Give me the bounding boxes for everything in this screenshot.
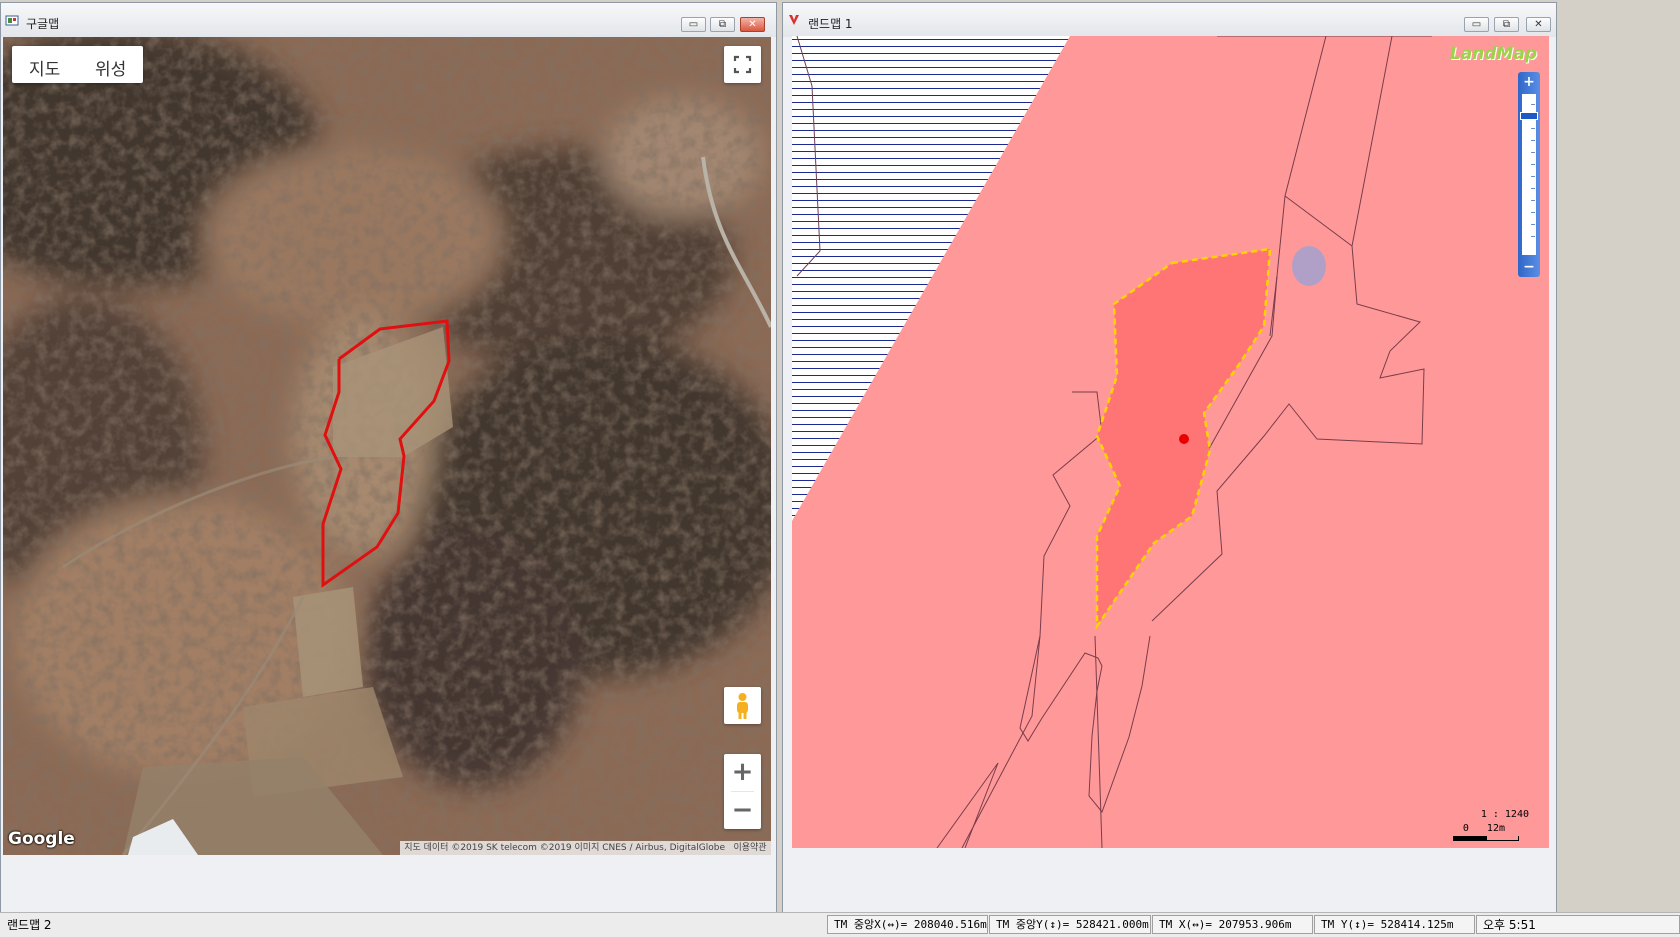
landmap-zoom-slider[interactable]: + −	[1518, 72, 1540, 277]
status-bar: 랜드맵 2 TM 중앙X(↔)= 208040.516m TM 중앙Y(↕)= …	[0, 912, 1680, 937]
landmap-zoom-in-button[interactable]: +	[1518, 72, 1540, 92]
satellite-map-viewport[interactable]: 지도 위성 + − Google 지도 데이터 ©2019 SK telecom…	[3, 37, 771, 855]
zoom-knob[interactable]	[1520, 112, 1538, 120]
zoom-in-button[interactable]: +	[724, 754, 761, 791]
satellite-imagery	[3, 37, 771, 855]
landmap-window: 랜드맵 1 ▭ ⧉ ✕ LandMap + − 1: 1240 0 12m	[782, 2, 1557, 937]
fullscreen-button[interactable]	[724, 46, 761, 83]
restore-button[interactable]: ⧉	[1494, 17, 1519, 32]
status-window-label: 랜드맵 2	[7, 918, 52, 932]
landmap-zoom-out-button[interactable]: −	[1518, 257, 1540, 277]
fullscreen-icon	[733, 55, 752, 74]
window-title: 랜드맵 1	[808, 17, 853, 31]
status-tm-center-y: TM 중앙Y(↕)= 528421.000m	[989, 915, 1151, 934]
map-type-satellite-option[interactable]: 위성	[95, 55, 126, 80]
status-tm-y: TM Y(↕)= 528414.125m	[1314, 915, 1475, 934]
map-type-map-option[interactable]: 지도	[29, 55, 60, 80]
pond	[1292, 246, 1326, 286]
map-attribution: 지도 데이터 ©2019 SK telecom ©2019 이미지 CNES /…	[400, 841, 729, 855]
zoom-control: + −	[724, 754, 761, 829]
minimize-button[interactable]: ▭	[1464, 17, 1489, 32]
google-map-window: 구글맵 ▭ ⧉ ✕ 지도 위성 + − Google 지도 데이터 ©2019 …	[0, 2, 777, 937]
app-icon	[5, 15, 19, 26]
close-button[interactable]: ✕	[740, 17, 765, 32]
google-logo: Google	[8, 829, 75, 849]
landmap-window-titlebar[interactable]: 랜드맵 1 ▭ ⧉ ✕	[783, 3, 1556, 37]
minimize-button[interactable]: ▭	[681, 17, 706, 32]
landmap-app-icon	[789, 15, 799, 25]
status-clock: 오후 5:51	[1476, 915, 1680, 934]
scale-bar-label: 0 12m	[1462, 823, 1505, 834]
status-tm-x: TM X(↔)= 207953.906m	[1152, 915, 1313, 934]
terms-link[interactable]: 이용약관	[729, 841, 771, 855]
google-window-titlebar[interactable]: 구글맵 ▭ ⧉ ✕	[1, 3, 776, 37]
scale-bar	[1453, 836, 1519, 841]
close-button[interactable]: ✕	[1526, 17, 1551, 32]
pegman-icon	[737, 693, 748, 719]
map-type-control: 지도 위성	[12, 46, 143, 83]
scale-ratio: 1 : 1240	[1480, 809, 1529, 820]
window-title: 구글맵	[26, 17, 60, 31]
cadastral-map	[792, 36, 1549, 848]
location-marker	[1179, 434, 1189, 444]
street-view-pegman[interactable]	[724, 687, 761, 724]
status-tm-center-x: TM 중앙X(↔)= 208040.516m	[827, 915, 988, 934]
landmap-logo: LandMap	[1449, 44, 1537, 64]
restore-button[interactable]: ⧉	[710, 17, 735, 32]
cadastral-map-viewport[interactable]: LandMap + − 1 : 1240 0 12m	[792, 36, 1549, 848]
zoom-out-button[interactable]: −	[724, 792, 761, 829]
